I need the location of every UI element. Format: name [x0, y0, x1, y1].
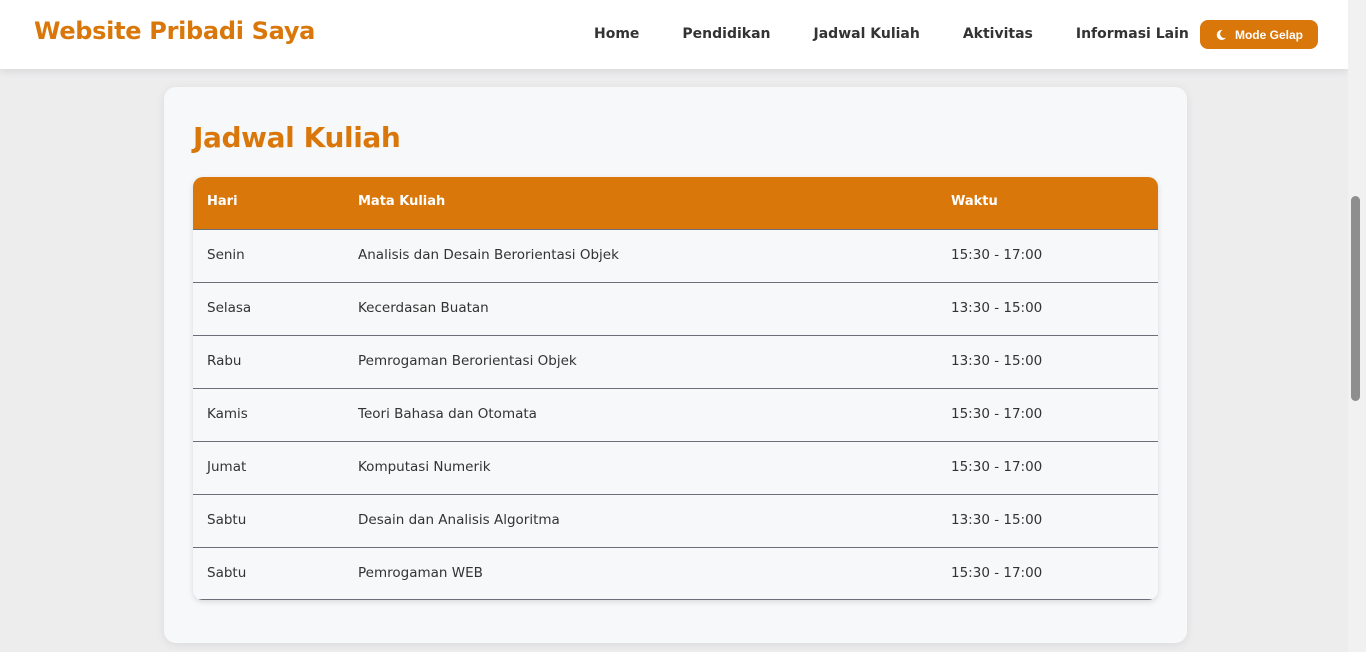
cell-time: 15:30 - 17:00 — [951, 406, 1043, 422]
cell-course: Pemrogaman WEB — [358, 565, 483, 581]
cell-day: Kamis — [207, 406, 248, 422]
cell-course: Desain dan Analisis Algoritma — [358, 512, 560, 528]
nav-link-pendidikan[interactable]: Pendidikan — [682, 24, 770, 44]
cell-time: 15:30 - 17:00 — [951, 247, 1043, 263]
cell-course: Komputasi Numerik — [358, 459, 491, 475]
page-viewport: Website Pribadi Saya Home Pendidikan Jad… — [0, 0, 1348, 652]
cell-time: 15:30 - 17:00 — [951, 565, 1043, 581]
site-brand[interactable]: Website Pribadi Saya — [34, 17, 315, 45]
moon-icon — [1216, 29, 1226, 40]
cell-time: 15:30 - 17:00 — [951, 459, 1043, 475]
header-waktu: Waktu — [951, 194, 998, 209]
navbar: Website Pribadi Saya Home Pendidikan Jad… — [0, 0, 1348, 69]
cell-day: Sabtu — [207, 512, 247, 528]
cell-course: Teori Bahasa dan Otomata — [358, 406, 537, 422]
cell-time: 13:30 - 15:00 — [951, 512, 1043, 528]
nav-link-informasi-lain[interactable]: Informasi Lain — [1076, 24, 1189, 44]
cell-time: 13:30 - 15:00 — [951, 353, 1043, 369]
table-row: Senin Analisis dan Desain Berorientasi O… — [193, 229, 1158, 282]
table-header: Hari Mata Kuliah Waktu — [193, 177, 1158, 229]
schedule-table: Hari Mata Kuliah Waktu Senin Analisis da… — [193, 177, 1158, 600]
table-row: Selasa Kecerdasan Buatan 13:30 - 15:00 — [193, 282, 1158, 335]
table-row: Sabtu Pemrogaman WEB 15:30 - 17:00 — [193, 547, 1158, 600]
cell-course: Pemrogaman Berorientasi Objek — [358, 353, 577, 369]
section-title: Jadwal Kuliah — [193, 121, 401, 154]
header-hari: Hari — [207, 194, 238, 209]
table-row: Sabtu Desain dan Analisis Algoritma 13:3… — [193, 494, 1158, 547]
cell-day: Jumat — [207, 459, 247, 475]
cell-day: Rabu — [207, 353, 242, 369]
cell-day: Sabtu — [207, 565, 247, 581]
cell-time: 13:30 - 15:00 — [951, 300, 1043, 316]
schedule-card: Jadwal Kuliah Hari Mata Kuliah Waktu Sen… — [164, 87, 1187, 643]
scrollbar-thumb[interactable] — [1351, 196, 1360, 401]
table-row: Kamis Teori Bahasa dan Otomata 15:30 - 1… — [193, 388, 1158, 441]
table-row: Rabu Pemrogaman Berorientasi Objek 13:30… — [193, 335, 1158, 388]
cell-day: Senin — [207, 247, 245, 263]
nav-link-jadwal-kuliah[interactable]: Jadwal Kuliah — [814, 24, 920, 44]
nav-link-aktivitas[interactable]: Aktivitas — [963, 24, 1033, 44]
cell-day: Selasa — [207, 300, 252, 316]
table-row: Jumat Komputasi Numerik 15:30 - 17:00 — [193, 441, 1158, 494]
dark-mode-label: Mode Gelap — [1234, 27, 1303, 42]
vertical-scrollbar[interactable] — [1348, 0, 1366, 652]
cell-course: Analisis dan Desain Berorientasi Objek — [358, 247, 619, 263]
nav-menu: Home Pendidikan Jadwal Kuliah Aktivitas … — [594, 24, 1189, 44]
cell-course: Kecerdasan Buatan — [358, 300, 489, 316]
header-mata-kuliah: Mata Kuliah — [358, 194, 446, 209]
dark-mode-button[interactable]: Mode Gelap — [1200, 20, 1318, 49]
nav-link-home[interactable]: Home — [594, 24, 639, 44]
